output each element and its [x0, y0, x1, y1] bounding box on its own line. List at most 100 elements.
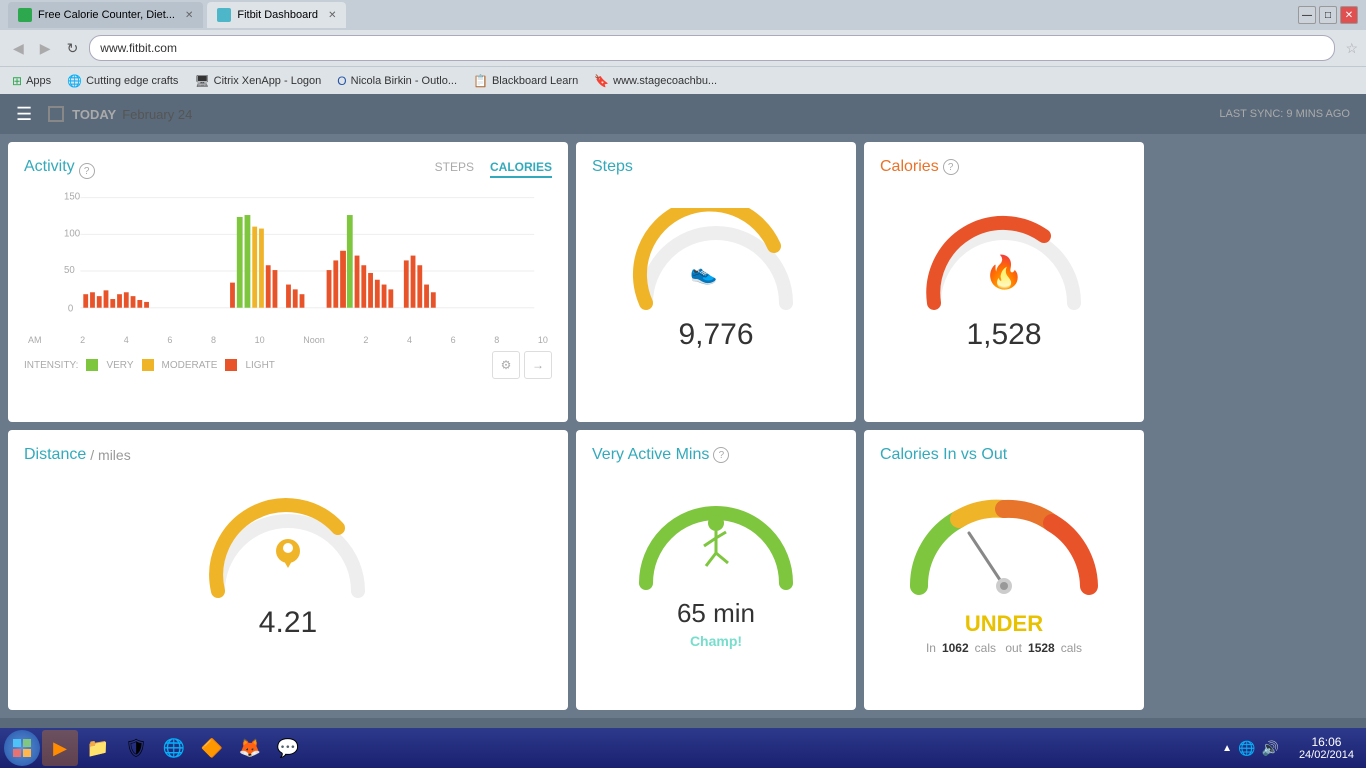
taskbar-app3[interactable]: 🛡: [118, 730, 154, 766]
bookmark-cutting-label: Cutting edge crafts: [86, 75, 178, 87]
calvsout-title: Calories In vs Out: [880, 446, 1007, 463]
stagecoach-icon: 🔖: [594, 74, 609, 88]
activity-card: Activity ? STEPS CALORIES 150 100 50 0: [8, 142, 568, 422]
bookmark-apps[interactable]: ⊞ Apps: [8, 72, 55, 90]
tab-close-1[interactable]: ✕: [185, 10, 193, 21]
close-button[interactable]: ✕: [1340, 6, 1358, 24]
intensity-label: INTENSITY:: [24, 360, 78, 371]
blackboard-icon: 📋: [473, 74, 488, 88]
chart-x-axis: AM246810Noon246810: [24, 335, 552, 345]
tab-favicon-1: [18, 8, 32, 22]
address-bar[interactable]: www.fitbit.com: [89, 35, 1335, 61]
svg-text:🔥: 🔥: [984, 254, 1024, 290]
tab-calorie-counter[interactable]: Free Calorie Counter, Diet... ✕: [8, 2, 203, 28]
cal-in-label: In: [926, 641, 936, 655]
reload-button[interactable]: ↻: [62, 38, 84, 59]
file-explorer-icon: 📁: [87, 738, 109, 759]
active-mins-value: 65 min: [677, 598, 755, 628]
clock-time: 16:06: [1299, 735, 1354, 749]
tab-close-2[interactable]: ✕: [328, 10, 336, 21]
chart-expand-button[interactable]: →: [524, 351, 552, 379]
light-legend-color: [225, 359, 237, 371]
moderate-legend-label: MODERATE: [162, 360, 218, 371]
fitbit-header: ☰ TODAY February 24 LAST SYNC: 9 MINS AG…: [0, 94, 1366, 134]
clock-date: 24/02/2014: [1299, 749, 1354, 761]
tab-fitbit[interactable]: Fitbit Dashboard ✕: [207, 2, 346, 28]
bookmark-cutting-edge[interactable]: 🌐 Cutting edge crafts: [63, 72, 182, 90]
system-clock[interactable]: 16:06 24/02/2014: [1291, 735, 1362, 761]
bookmark-blackboard[interactable]: 📋 Blackboard Learn: [469, 72, 582, 90]
cal-out-cals: cals: [1061, 641, 1082, 655]
activity-title: Activity: [24, 158, 75, 176]
distance-gauge-svg: [198, 496, 378, 606]
speedometer-svg: [904, 491, 1104, 611]
taskbar-skype[interactable]: 💬: [270, 730, 306, 766]
tab-label-2: Fitbit Dashboard: [237, 9, 318, 21]
calories-value: 1,528: [966, 318, 1041, 352]
vlc-icon: 🔶: [201, 738, 223, 759]
distance-card: Distance / miles 4.21: [8, 430, 568, 710]
cal-out-label: out: [1002, 641, 1022, 655]
network-icon[interactable]: 🌐: [1238, 740, 1255, 757]
taskbar: ▶ 📁 🛡 🌐 🔶 🦊 💬 ▲ 🌐 🔊 16:06 24/02/2014: [0, 728, 1366, 768]
taskbar-file-explorer[interactable]: 📁: [80, 730, 116, 766]
bookmark-outlook[interactable]: O Nicola Birkin - Outlo...: [333, 72, 461, 90]
bookmark-stagecoach-label: www.stagecoachbu...: [613, 75, 717, 87]
bookmark-star[interactable]: ☆: [1345, 40, 1358, 57]
steps-title: Steps: [592, 158, 633, 176]
chart-tabs: STEPS CALORIES: [435, 160, 552, 178]
distance-title: Distance: [24, 446, 86, 464]
media-player-icon: ▶: [53, 738, 67, 759]
calories-title: Calories: [880, 158, 939, 176]
steps-tab[interactable]: STEPS: [435, 160, 474, 178]
activity-help-icon[interactable]: ?: [79, 163, 95, 179]
light-legend-label: LIGHT: [245, 360, 274, 371]
taskbar-firefox[interactable]: 🦊: [232, 730, 268, 766]
nav-bar: ◀ ▶ ↻ www.fitbit.com ☆: [0, 30, 1366, 66]
calories-gauge-container: 🔥 1,528: [880, 176, 1128, 384]
calories-tab[interactable]: CALORIES: [490, 160, 552, 178]
distance-value: 4.21: [259, 606, 317, 640]
today-label: TODAY: [72, 107, 116, 122]
tab-favicon-2: [217, 8, 231, 22]
chrome-icon: 🌐: [163, 738, 185, 759]
steps-gauge-container: 👟 9,776: [592, 176, 840, 384]
cal-in-value: 1062: [942, 641, 969, 655]
calories-help-icon[interactable]: ?: [943, 159, 959, 175]
distance-unit: / miles: [90, 447, 130, 463]
cutting-edge-icon: 🌐: [67, 74, 82, 88]
active-mins-help-icon[interactable]: ?: [713, 447, 729, 463]
firefox-icon: 🦊: [239, 738, 261, 759]
svg-text:50: 50: [64, 265, 75, 276]
taskbar-vlc[interactable]: 🔶: [194, 730, 230, 766]
moderate-legend-color: [142, 359, 154, 371]
address-text: www.fitbit.com: [100, 41, 177, 55]
taskbar-chrome[interactable]: 🌐: [156, 730, 192, 766]
bookmark-citrix-label: Citrix XenApp - Logon: [214, 75, 322, 87]
today-date: February 24: [122, 107, 192, 122]
bookmark-stagecoach[interactable]: 🔖 www.stagecoachbu...: [590, 72, 721, 90]
bookmark-citrix[interactable]: 🖥 Citrix XenApp - Logon: [190, 72, 325, 90]
cal-in-cals: cals: [975, 641, 996, 655]
maximize-button[interactable]: □: [1319, 6, 1337, 24]
minimize-button[interactable]: —: [1298, 6, 1316, 24]
svg-text:150: 150: [64, 192, 80, 203]
forward-button[interactable]: ▶: [35, 38, 56, 59]
taskbar-media-player[interactable]: ▶: [42, 730, 78, 766]
calories-gauge-svg: 🔥: [914, 208, 1094, 318]
hamburger-menu[interactable]: ☰: [16, 104, 32, 125]
fitbit-dashboard: ☰ TODAY February 24 LAST SYNC: 9 MINS AG…: [0, 94, 1366, 718]
arrow-up-icon[interactable]: ▲: [1222, 743, 1232, 754]
calories-card: Calories ? 🔥 1,528: [864, 142, 1144, 422]
calvsout-status: UNDER: [965, 611, 1043, 637]
cal-out-value: 1528: [1028, 641, 1055, 655]
back-button[interactable]: ◀: [8, 38, 29, 59]
start-button[interactable]: [4, 730, 40, 766]
checkbox[interactable]: [48, 106, 64, 122]
activity-chart: 150 100 50 0: [24, 188, 552, 328]
app3-icon: 🛡: [125, 738, 148, 759]
tab-label-1: Free Calorie Counter, Diet...: [38, 9, 175, 21]
chart-settings-button[interactable]: ⚙: [492, 351, 520, 379]
calories-in-vs-out-card: Calories In vs Out UNDER: [864, 430, 1144, 710]
volume-icon[interactable]: 🔊: [1262, 740, 1279, 757]
